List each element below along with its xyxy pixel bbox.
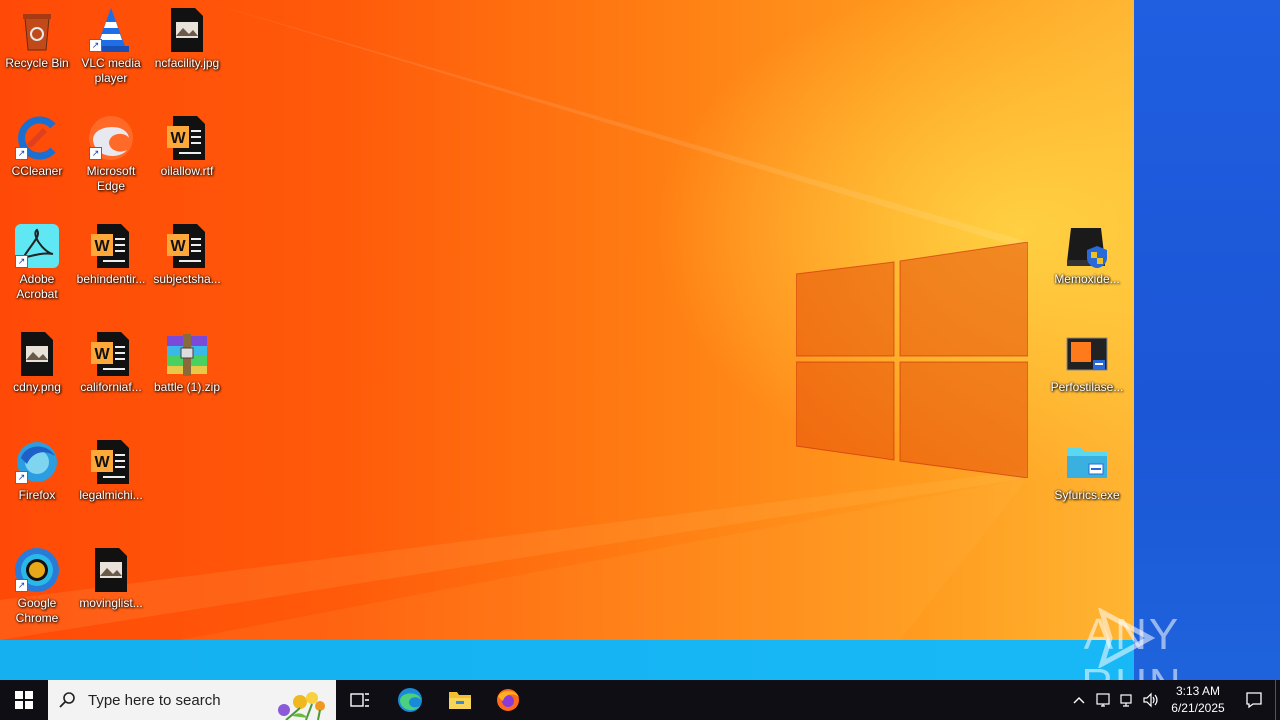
- desktop-icon-cdny-png[interactable]: cdny.png: [0, 330, 74, 395]
- word-document-icon: W: [163, 222, 211, 270]
- tray-defender-button[interactable]: [1092, 680, 1114, 720]
- taskbar-firefox-button[interactable]: [484, 680, 532, 720]
- icon-label: Microsoft Edge: [86, 164, 136, 193]
- icon-label: Adobe Acrobat: [16, 272, 58, 301]
- icon-label: Perfostilase...: [1050, 380, 1124, 394]
- icon-label: Memoxide...: [1054, 272, 1120, 286]
- tray-volume-button[interactable]: [1140, 680, 1162, 720]
- desktop-icon-syfurics[interactable]: Syfurics.exe: [1050, 438, 1124, 503]
- desktop-icon-recycle-bin[interactable]: Recycle Bin: [0, 6, 74, 71]
- desktop-icon-californiaf[interactable]: W californiaf...: [74, 330, 148, 395]
- action-center-button[interactable]: [1234, 680, 1274, 720]
- device-status-icon: [1096, 693, 1110, 707]
- word-document-icon: W: [87, 222, 135, 270]
- drive-shield-icon: [1063, 222, 1111, 270]
- network-icon: [1120, 694, 1132, 707]
- icon-label: californiaf...: [80, 380, 142, 394]
- desktop-icon-memoxide[interactable]: Memoxide...: [1050, 222, 1124, 287]
- icon-label: legalmichi...: [79, 488, 143, 502]
- desktop-icon-ccleaner[interactable]: ↗ CCleaner: [0, 114, 74, 179]
- watermark-text: ANY RUN: [1081, 610, 1181, 680]
- anyrun-watermark: ANY RUN: [1032, 608, 1232, 680]
- edge-icon: ↗: [87, 114, 135, 162]
- search-highlight-flowers-icon: [278, 692, 325, 720]
- task-view-icon: [350, 693, 369, 707]
- icon-label: movinglist...: [79, 596, 143, 610]
- windows-start-icon: [15, 691, 33, 709]
- firefox-icon: [497, 689, 519, 711]
- word-document-icon: W: [163, 114, 211, 162]
- desktop-icon-adobe-acrobat[interactable]: ↗ Adobe Acrobat: [0, 222, 74, 302]
- search-icon: [48, 680, 88, 720]
- installer-icon: [1063, 330, 1111, 378]
- desktop-icon-movinglist[interactable]: movinglist...: [74, 546, 148, 611]
- task-view-button[interactable]: [336, 680, 384, 720]
- icon-label: Google Chrome: [15, 596, 59, 625]
- taskbar-edge-button[interactable]: [386, 680, 434, 720]
- icon-label: CCleaner: [11, 164, 63, 178]
- desktop-icon-firefox[interactable]: ↗ Firefox: [0, 438, 74, 503]
- icon-label: oilallow.rtf: [160, 164, 214, 178]
- desktop-icon-battle-zip[interactable]: battle (1).zip: [150, 330, 224, 395]
- svg-text:W: W: [94, 454, 110, 471]
- show-hidden-icons-button[interactable]: [1068, 680, 1090, 720]
- acrobat-icon: ↗: [13, 222, 61, 270]
- windows-logo-wallpaper: [796, 242, 1028, 478]
- clock-time: 3:13 AM: [1175, 684, 1221, 698]
- volume-icon: [1143, 692, 1158, 708]
- vlc-icon: ↗: [87, 6, 135, 54]
- desktop-icon-subjectsha[interactable]: W subjectsha...: [150, 222, 224, 287]
- desktop-icon-oilallow[interactable]: W oilallow.rtf: [150, 114, 224, 179]
- image-file-icon: [13, 330, 61, 378]
- firefox-icon: ↗: [13, 438, 61, 486]
- svg-text:W: W: [170, 130, 186, 147]
- desktop-icon-google-chrome[interactable]: ↗ Google Chrome: [0, 546, 74, 626]
- tray-network-button[interactable]: [1116, 680, 1138, 720]
- desktop-icon-legalmichi[interactable]: W legalmichi...: [74, 438, 148, 503]
- svg-text:W: W: [94, 238, 110, 255]
- icon-label: battle (1).zip: [153, 380, 221, 394]
- icon-label: Syfurics.exe: [1054, 488, 1120, 502]
- desktop-icon-microsoft-edge[interactable]: ↗ Microsoft Edge: [74, 114, 148, 194]
- icon-label: Firefox: [18, 488, 56, 502]
- chevron-up-icon: [1073, 697, 1085, 704]
- ccleaner-icon: ↗: [13, 114, 61, 162]
- icon-label: behindentir...: [76, 272, 146, 286]
- taskbar-clock[interactable]: 3:13 AM 6/21/2025: [1162, 680, 1234, 720]
- word-document-icon: W: [87, 438, 135, 486]
- word-document-icon: W: [87, 330, 135, 378]
- icon-label: cdny.png: [13, 380, 61, 394]
- wallpaper-bottom-band: [0, 640, 1134, 680]
- icon-label: ncfacility.jpg: [154, 56, 220, 70]
- clock-date: 6/21/2025: [1171, 701, 1225, 715]
- image-file-icon: [87, 546, 135, 594]
- chrome-icon: ↗: [13, 546, 61, 594]
- notification-icon: [1246, 692, 1262, 709]
- icon-label: Recycle Bin: [5, 56, 69, 70]
- desktop-icon-behindentir[interactable]: W behindentir...: [74, 222, 148, 287]
- show-desktop-button[interactable]: [1275, 680, 1280, 720]
- taskbar: Type here to search 3:13 AM 6/21/2025: [0, 680, 1280, 720]
- edge-icon: [398, 688, 422, 712]
- desktop-icon-perfostilase[interactable]: Perfostilase...: [1050, 330, 1124, 395]
- winrar-archive-icon: [163, 330, 211, 378]
- icon-label: VLC media player: [81, 56, 141, 85]
- wallpaper-right-band: [1134, 0, 1280, 680]
- search-placeholder: Type here to search: [88, 691, 221, 709]
- desktop-icon-vlc[interactable]: ↗ VLC media player: [74, 6, 148, 86]
- file-explorer-icon: [449, 692, 471, 709]
- svg-text:W: W: [94, 346, 110, 363]
- recycle-bin-icon: [13, 6, 61, 54]
- desktop-icon-ncfacility[interactable]: ncfacility.jpg: [150, 6, 224, 71]
- exe-icon: [1063, 438, 1111, 486]
- start-button[interactable]: [0, 680, 48, 720]
- search-box[interactable]: Type here to search: [48, 680, 336, 720]
- svg-text:W: W: [170, 238, 186, 255]
- image-file-icon: [163, 6, 211, 54]
- taskbar-file-explorer-button[interactable]: [436, 680, 484, 720]
- icon-label: subjectsha...: [153, 272, 221, 286]
